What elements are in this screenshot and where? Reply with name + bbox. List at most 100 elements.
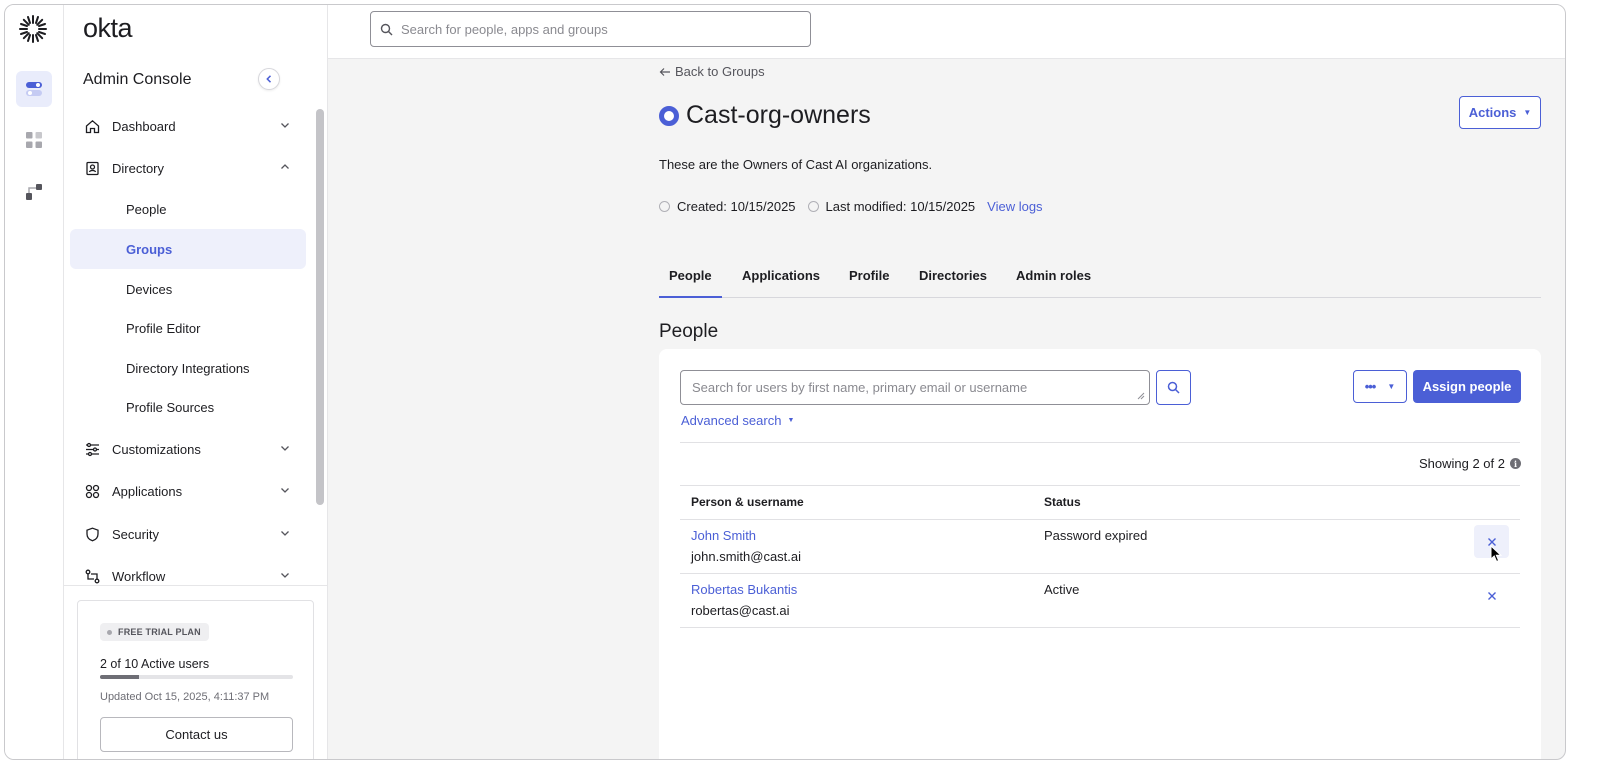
created-date: Created: 10/15/2025 [677, 199, 796, 214]
tab-admin-roles[interactable]: Admin roles [1016, 268, 1091, 298]
remove-person-button[interactable] [1474, 579, 1509, 612]
actions-dropdown-button[interactable]: Actions ▼ [1459, 96, 1541, 129]
chevron-down-icon [281, 123, 289, 128]
sliders-icon [84, 441, 100, 457]
group-description: These are the Owners of Cast AI organiza… [659, 157, 933, 172]
divider [680, 519, 1520, 520]
sidebar-scrollbar[interactable] [315, 109, 324, 581]
active-users-progress-fill [100, 675, 139, 679]
close-icon [1487, 591, 1496, 600]
more-options-button[interactable]: ••• ▼ [1353, 370, 1407, 403]
arrow-left-icon [659, 67, 670, 76]
sidebar-nav: Dashboard Directory People Groups Device… [64, 105, 314, 585]
divider [680, 573, 1520, 574]
main-content: Back to Groups Cast-org-owners Actions ▼ … [328, 59, 1565, 759]
page-title-row: Cast-org-owners [659, 101, 871, 130]
sidebar: okta Admin Console Dashboard Directory P… [64, 5, 328, 759]
workflow-icon [84, 568, 100, 584]
sidebar-item-dashboard[interactable]: Dashboard [70, 106, 306, 146]
group-metadata: Created: 10/15/2025 Last modified: 10/15… [659, 199, 1043, 214]
table-row-person: John Smith john.smith@cast.ai [691, 528, 801, 564]
divider [680, 627, 1520, 628]
sidebar-item-groups[interactable]: Groups [70, 229, 306, 269]
results-count: Showing 2 of 2 i [1419, 456, 1521, 471]
person-name-link[interactable]: John Smith [691, 528, 801, 543]
caret-down-icon: ▼ [1387, 382, 1396, 391]
clock-icon [659, 201, 670, 212]
sidebar-item-profile-sources[interactable]: Profile Sources [70, 387, 306, 427]
search-icon [1167, 381, 1180, 394]
view-logs-link[interactable]: View logs [987, 199, 1042, 214]
people-section-title: People [659, 321, 719, 342]
admin-toggle-icon[interactable] [16, 71, 52, 107]
contact-us-button[interactable]: Contact us [100, 717, 293, 752]
search-icon [380, 23, 393, 36]
active-users-count: 2 of 10 Active users [100, 657, 210, 671]
admin-console-title: Admin Console [83, 71, 192, 88]
user-search-button[interactable] [1156, 370, 1191, 405]
sidebar-item-devices[interactable]: Devices [70, 269, 306, 309]
user-search-input[interactable] [692, 371, 1132, 404]
apps-grid-icon[interactable] [16, 122, 52, 158]
page-title: Cast-org-owners [686, 101, 871, 129]
clock-icon [807, 201, 819, 212]
top-bar [328, 5, 1565, 59]
apps-icon [84, 483, 100, 499]
home-icon [84, 118, 100, 134]
divider [680, 442, 1520, 443]
group-icon [659, 105, 679, 126]
table-row-person: Robertas Bukantis robertas@cast.ai [691, 582, 797, 618]
assign-people-button[interactable]: Assign people [1413, 370, 1521, 403]
sidebar-item-security[interactable]: Security [70, 514, 306, 554]
person-status: Password expired [1044, 528, 1148, 543]
workflow-icon[interactable] [16, 174, 52, 210]
status-dot-icon [107, 629, 112, 635]
tab-directories[interactable]: Directories [919, 268, 987, 298]
trial-badge: FREE TRIAL PLAN [100, 623, 209, 641]
tab-applications[interactable]: Applications [742, 268, 820, 298]
mouse-cursor-icon [1490, 545, 1502, 563]
column-header-person[interactable]: Person & username [691, 495, 804, 509]
sidebar-item-profile-editor[interactable]: Profile Editor [70, 308, 306, 348]
modified-date: Last modified: 10/15/2025 [825, 199, 976, 214]
person-email: john.smith@cast.ai [691, 549, 802, 564]
person-status: Active [1044, 582, 1080, 597]
back-to-groups-link[interactable]: Back to Groups [659, 64, 765, 79]
sidebar-item-directory[interactable]: Directory [70, 148, 306, 188]
sidebar-item-people[interactable]: People [70, 189, 306, 229]
okta-wordmark: okta [83, 13, 133, 43]
okta-logo-icon [19, 15, 47, 43]
collapse-sidebar-button[interactable] [258, 68, 280, 90]
divider [680, 485, 1520, 486]
active-users-progress [100, 675, 293, 679]
directory-icon [84, 160, 100, 176]
user-search-field[interactable] [680, 370, 1150, 405]
updated-timestamp: Updated Oct 15, 2025, 4:11:37 PM [100, 691, 270, 703]
caret-down-icon: ▼ [1523, 108, 1532, 117]
icon-rail [5, 5, 64, 759]
trial-plan-card: FREE TRIAL PLAN 2 of 10 Active users Upd… [77, 600, 314, 759]
caret-down-icon: ▼ [787, 417, 795, 424]
sidebar-scroll-thumb[interactable] [316, 109, 324, 505]
sidebar-item-workflow[interactable]: Workflow [70, 556, 306, 585]
person-email: robertas@cast.ai [691, 603, 790, 618]
sidebar-item-applications[interactable]: Applications [70, 471, 306, 511]
resize-grip-icon [1137, 392, 1145, 400]
tab-profile[interactable]: Profile [849, 268, 889, 298]
sidebar-item-directory-integrations[interactable]: Directory Integrations [70, 348, 306, 388]
column-header-status[interactable]: Status [1044, 495, 1081, 509]
advanced-search-link[interactable]: Advanced search ▼ [681, 413, 794, 428]
ellipsis-icon: ••• [1364, 379, 1377, 394]
sidebar-item-customizations[interactable]: Customizations [70, 429, 306, 469]
chevron-down-icon [281, 446, 289, 451]
group-tabs: People Applications Profile Directories … [659, 260, 1541, 298]
chevron-down-icon [281, 488, 289, 493]
app-window: okta Admin Console Dashboard Directory P… [4, 4, 1566, 760]
people-card: ••• ▼ Assign people Advanced search▼ Show… [659, 349, 1541, 759]
person-name-link[interactable]: Robertas Bukantis [691, 582, 797, 597]
global-search-input[interactable] [401, 21, 801, 37]
info-icon[interactable]: i [1510, 458, 1521, 469]
tab-people[interactable]: People [659, 268, 722, 298]
divider [64, 585, 328, 586]
global-search[interactable] [370, 11, 811, 47]
